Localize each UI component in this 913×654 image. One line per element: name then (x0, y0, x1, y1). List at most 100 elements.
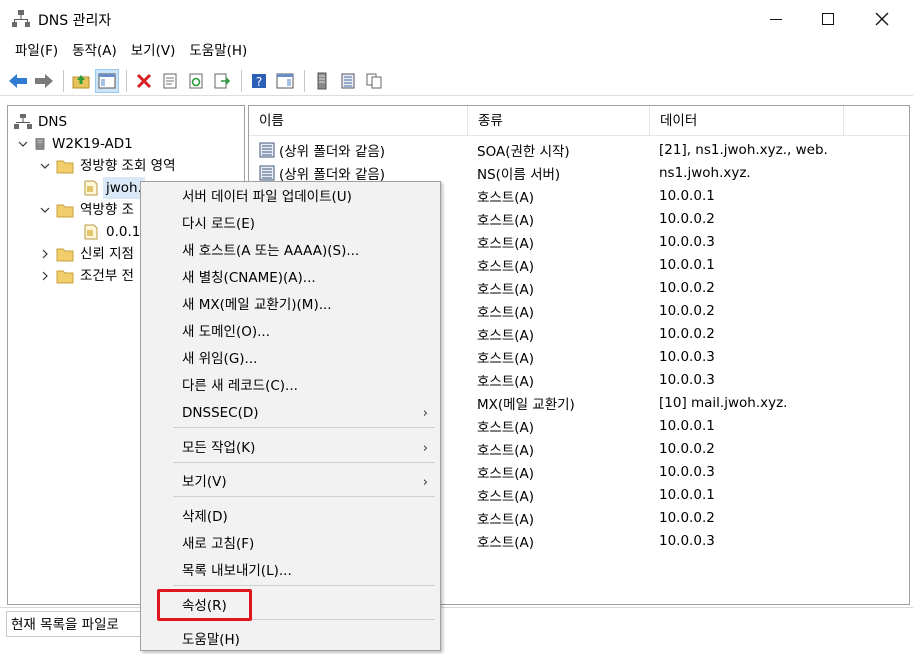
up-one-level-button[interactable] (69, 69, 93, 93)
close-icon (875, 12, 889, 26)
record-type: 호스트(A) (477, 465, 535, 482)
chevron-right-icon[interactable] (38, 265, 52, 287)
menu-item-update-server-data-file[interactable]: 서버 데이터 파일 업데이트(U) (141, 184, 440, 211)
record-type: SOA(권한 시작) (477, 143, 570, 160)
tree-node-server[interactable]: W2K19-AD1 (16, 133, 133, 155)
chevron-down-icon[interactable] (38, 155, 52, 177)
show-hide-tree-icon (98, 73, 116, 88)
record-name-cell: (상위 폴더와 같음) (259, 140, 464, 160)
help-icon: ? (252, 73, 266, 89)
window-title: DNS 관리자 (38, 13, 112, 29)
menu-item-dnssec[interactable]: DNSSEC(D) › (141, 400, 440, 427)
menu-separator (173, 585, 435, 586)
toolbar-separator (241, 69, 242, 92)
tree-label: 조건부 전 (80, 268, 134, 284)
tree-node-zone-jwoh[interactable]: jwoh. (82, 177, 145, 199)
properties-button[interactable] (158, 69, 182, 93)
tree-label: W2K19-AD1 (52, 136, 133, 152)
record-type: 호스트(A) (477, 350, 535, 367)
chevron-down-icon[interactable] (38, 199, 52, 221)
tree-node-reverse-sub[interactable]: 0.0.1 (82, 221, 140, 243)
zone-list-button[interactable] (336, 69, 360, 93)
tree-node-trust-points[interactable]: 신뢰 지점 (38, 243, 134, 265)
record-type: NS(이름 서버) (477, 166, 561, 183)
delete-button[interactable] (132, 69, 156, 93)
server-icon (35, 138, 45, 150)
menu-item-label: 서버 데이터 파일 업데이트(U) (182, 189, 352, 205)
tree-label: 역방향 조 (80, 202, 134, 218)
minimize-icon (770, 18, 782, 20)
column-header-type[interactable]: 종류 (468, 106, 650, 136)
record-data: 10.0.0.1 (659, 417, 715, 434)
minimize-button[interactable] (750, 0, 802, 38)
chevron-down-icon[interactable] (16, 133, 30, 155)
tree-node-forward-zone[interactable]: 정방향 조회 영역 (38, 155, 176, 177)
menu-help[interactable]: 도움말(H) (182, 40, 254, 62)
menu-item-label: 새 별칭(CNAME)(A)... (182, 270, 316, 286)
menu-item-new-alias[interactable]: 새 별칭(CNAME)(A)... (141, 265, 440, 292)
record-type: 호스트(A) (477, 212, 535, 229)
menu-item-reload[interactable]: 다시 로드(E) (141, 211, 440, 238)
tree-node-conditional-forwarders[interactable]: 조건부 전 (38, 265, 134, 287)
back-arrow-icon (9, 73, 27, 88)
menu-item-label: 삭제(D) (182, 509, 228, 525)
server-button[interactable] (310, 69, 334, 93)
menu-item-new-host[interactable]: 새 호스트(A 또는 AAAA)(S)... (141, 238, 440, 265)
menu-item-label: 목록 내보내기(L)... (182, 563, 292, 579)
dns-icon (14, 114, 32, 129)
record-type: MX(메일 교환기) (477, 396, 575, 413)
menu-item-all-tasks[interactable]: 모든 작업(K) › (141, 435, 440, 462)
tree-node-dns[interactable]: DNS (14, 111, 67, 133)
record-type: 호스트(A) (477, 419, 535, 436)
highlight-box-properties (157, 589, 252, 621)
record-data: 10.0.0.3 (659, 463, 715, 480)
tree-node-reverse-zone[interactable]: 역방향 조 (38, 199, 134, 221)
column-header-data[interactable]: 데이터 (650, 106, 844, 136)
menu-separator (173, 462, 435, 463)
help-button[interactable]: ? (247, 69, 271, 93)
menu-file[interactable]: 파일(F) (8, 40, 65, 62)
record-type: 호스트(A) (477, 373, 535, 390)
record-data: 10.0.0.1 (659, 187, 715, 204)
menu-item-delete[interactable]: 삭제(D) (141, 504, 440, 531)
menu-item-new-mx[interactable]: 새 MX(메일 교환기)(M)... (141, 292, 440, 319)
show-hide-action-pane-button[interactable] (273, 69, 297, 93)
delete-icon (136, 73, 152, 88)
forward-button[interactable] (32, 69, 56, 93)
menu-item-refresh[interactable]: 새로 고침(F) (141, 531, 440, 558)
maximize-button[interactable] (802, 0, 854, 38)
menu-action[interactable]: 동작(A) (65, 40, 124, 62)
copy-button[interactable] (362, 69, 386, 93)
menu-item-help[interactable]: 도움말(H) (141, 627, 440, 654)
menu-item-export-list[interactable]: 목록 내보내기(L)... (141, 558, 440, 585)
list-header: 이름 종류 데이터 (249, 106, 909, 136)
dns-app-icon (12, 10, 30, 27)
refresh-button[interactable] (184, 69, 208, 93)
chevron-right-icon: › (422, 406, 428, 421)
table-row[interactable]: (상위 폴더와 같음) SOA(권한 시작) [21], ns1.jwoh.xyz.… (249, 138, 909, 161)
menu-item-label: 보기(V) (182, 474, 227, 490)
record-icon (259, 165, 275, 180)
menu-item-label: 새 MX(메일 교환기)(M)... (182, 297, 332, 313)
record-type: 호스트(A) (477, 442, 535, 459)
menu-item-label: 모든 작업(K) (182, 440, 256, 456)
toolbar-separator (126, 69, 127, 92)
menu-item-label: DNSSEC(D) (182, 405, 259, 421)
menu-item-view[interactable]: 보기(V) › (141, 469, 440, 496)
column-header-name[interactable]: 이름 (249, 106, 468, 136)
up-folder-icon (72, 74, 90, 88)
chevron-right-icon: › (422, 441, 428, 456)
back-button[interactable] (6, 69, 30, 93)
record-icon (259, 142, 275, 157)
title-bar: DNS 관리자 (0, 0, 913, 38)
status-bar: 현재 목록을 파일로 (0, 607, 913, 639)
menu-item-new-delegation[interactable]: 새 위임(G)... (141, 346, 440, 373)
menu-item-other-new-records[interactable]: 다른 새 레코드(C)... (141, 373, 440, 400)
menu-item-label: 새 호스트(A 또는 AAAA)(S)... (182, 243, 360, 259)
show-hide-tree-button[interactable] (95, 68, 119, 93)
menu-view[interactable]: 보기(V) (124, 40, 183, 62)
chevron-right-icon[interactable] (38, 243, 52, 265)
export-list-button[interactable] (210, 69, 234, 93)
close-button[interactable] (856, 0, 908, 38)
menu-item-new-domain[interactable]: 새 도메인(O)... (141, 319, 440, 346)
